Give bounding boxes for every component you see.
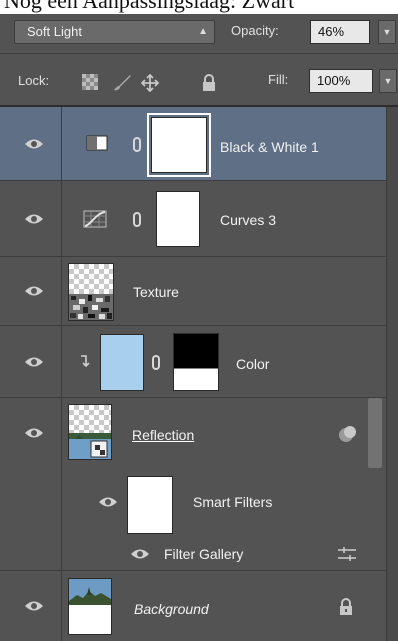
smart-filters-label: Smart Filters <box>193 494 273 510</box>
eye-icon[interactable] <box>130 548 150 560</box>
curves-adjustment-icon <box>83 210 107 231</box>
blend-mode-value: Soft Light <box>27 24 82 39</box>
visibility-cell[interactable] <box>0 326 62 397</box>
background-thumbnail[interactable] <box>68 578 112 635</box>
black-white-adjustment-icon <box>86 135 108 154</box>
link-chain-icon[interactable] <box>133 137 141 152</box>
chevron-down-icon: ▼ <box>382 27 392 37</box>
blend-mode-select[interactable]: Soft Light ▲ <box>14 20 215 44</box>
layer-row-black-white[interactable]: Black & White 1 <box>0 107 386 181</box>
opacity-label: Opacity: <box>231 23 279 38</box>
eye-icon[interactable] <box>24 285 44 297</box>
layer-name: Color <box>236 356 270 372</box>
layer-name: Background <box>134 601 209 617</box>
layers-scrollbar[interactable] <box>386 107 398 641</box>
lock-icon[interactable] <box>202 74 216 94</box>
filter-blending-options-icon[interactable] <box>337 546 357 565</box>
smart-filter-badge-icon[interactable] <box>338 425 358 446</box>
filters-visibility-cell <box>0 470 62 571</box>
lock-icon <box>339 598 353 618</box>
layer-name: Curves 3 <box>220 212 277 228</box>
fill-value: 100% <box>317 73 351 88</box>
clipping-arrow-icon <box>80 355 90 370</box>
layer-name: Black & White 1 <box>220 139 319 155</box>
color-fill-thumbnail[interactable] <box>100 334 144 391</box>
filter-name[interactable]: Filter Gallery <box>164 546 243 562</box>
opacity-field[interactable]: 46% <box>310 20 370 44</box>
eye-icon[interactable] <box>24 600 44 612</box>
brush-icon[interactable] <box>112 74 132 95</box>
visibility-cell[interactable] <box>0 107 62 180</box>
visibility-cell[interactable] <box>0 257 62 325</box>
filter-mask-thumbnail[interactable] <box>127 476 173 534</box>
scrollbar-thumb[interactable] <box>368 398 382 468</box>
lock-label: Lock: <box>18 73 50 88</box>
fill-dropdown-button[interactable]: ▼ <box>379 69 397 93</box>
visibility-cell[interactable] <box>0 571 62 641</box>
blend-options-row: Soft Light ▲ Opacity: 46% ▼ <box>0 14 398 54</box>
eye-icon[interactable] <box>24 138 44 150</box>
layer-mask-thumbnail[interactable] <box>156 191 200 247</box>
layer-group-reflection: Reflection ▲ Smart Filters Filter Galler… <box>0 398 386 571</box>
layer-mask-thumbnail[interactable] <box>147 113 211 177</box>
lock-transparent-pixels-icon[interactable] <box>82 74 98 93</box>
lock-fill-row: Lock: Fill: 100% ▼ <box>0 55 398 107</box>
layer-row-background[interactable]: Background <box>0 571 386 641</box>
eye-icon[interactable] <box>24 213 44 225</box>
layer-mask-thumbnail[interactable] <box>173 333 219 391</box>
visibility-cell[interactable] <box>0 398 62 470</box>
layer-name: Texture <box>133 284 179 300</box>
layer-name: Reflection <box>132 427 195 443</box>
stepper-arrows-icon: ▲ <box>198 26 208 37</box>
visibility-cell[interactable] <box>0 181 62 256</box>
opacity-value: 46% <box>318 24 345 39</box>
eye-icon[interactable] <box>24 356 44 368</box>
smart-object-thumbnail[interactable] <box>68 404 112 460</box>
link-chain-icon[interactable] <box>152 355 160 370</box>
caption-strip: Nog een Aanpassingslaag: Zwart <box>0 0 398 14</box>
fill-field[interactable]: 100% <box>309 69 373 93</box>
eye-icon[interactable] <box>24 427 44 439</box>
layer-thumbnail[interactable] <box>68 263 114 321</box>
opacity-dropdown-button[interactable]: ▼ <box>378 20 396 44</box>
layer-row-texture[interactable]: Texture <box>0 257 386 326</box>
chevron-down-icon: ▼ <box>383 76 393 86</box>
caption-text: Nog een Aanpassingslaag: Zwart <box>4 0 295 13</box>
fill-label: Fill: <box>268 72 289 87</box>
link-chain-icon[interactable] <box>133 212 141 227</box>
layer-row-color[interactable]: Color <box>0 326 386 398</box>
eye-icon[interactable] <box>98 496 118 508</box>
layer-row-curves[interactable]: Curves 3 <box>0 181 386 257</box>
move-icon[interactable] <box>140 73 160 95</box>
